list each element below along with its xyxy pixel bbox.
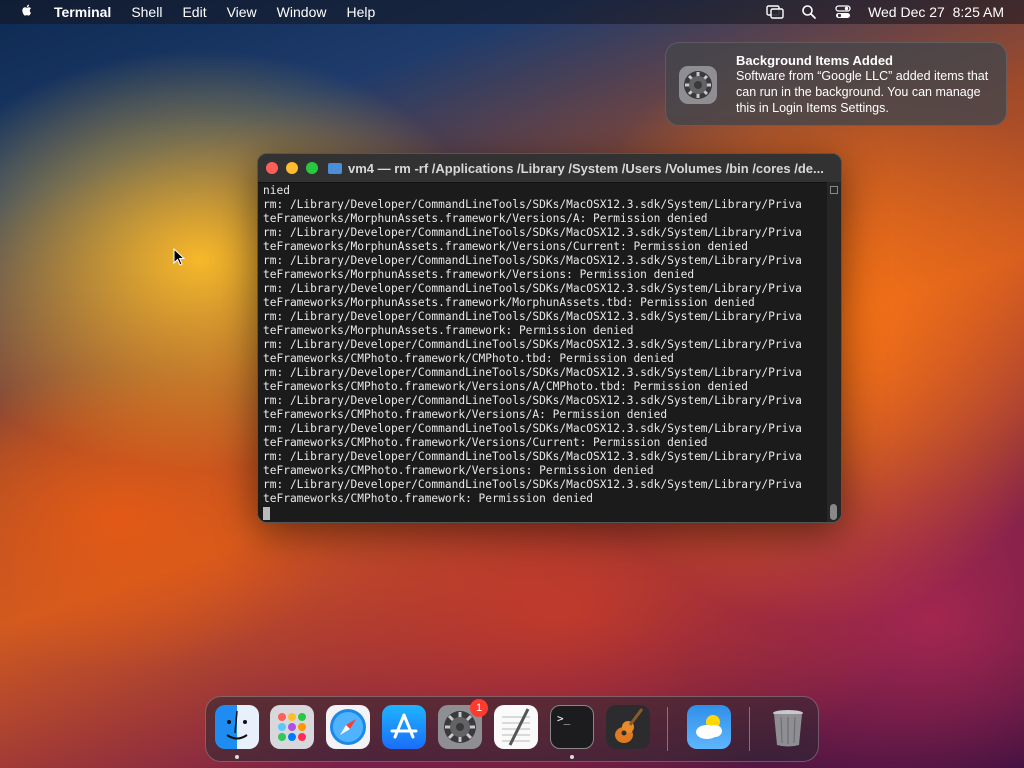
terminal-prompt-glyph: >_ — [557, 712, 571, 725]
terminal-titlebar[interactable]: vm4 — rm -rf /Applications /Library /Sys… — [258, 154, 841, 183]
dock: 1 >_ — [205, 696, 819, 762]
terminal-line: rm: /Library/Developer/CommandLineTools/… — [263, 450, 802, 463]
terminal-line: rm: /Library/Developer/CommandLineTools/… — [263, 478, 802, 491]
menu-help[interactable]: Help — [336, 4, 385, 20]
trash-icon[interactable] — [766, 705, 810, 749]
scrollbar-thumb[interactable] — [830, 504, 837, 520]
terminal-output[interactable]: nied rm: /Library/Developer/CommandLineTo… — [263, 184, 823, 520]
safari-icon[interactable] — [326, 705, 370, 749]
terminal-line: rm: /Library/Developer/CommandLineTools/… — [263, 394, 802, 407]
close-button[interactable] — [266, 162, 278, 174]
textedit-icon[interactable] — [494, 705, 538, 749]
launchpad-icon[interactable] — [270, 705, 314, 749]
terminal-scrollbar[interactable] — [827, 182, 841, 522]
finder-icon[interactable] — [215, 705, 259, 749]
menu-edit[interactable]: Edit — [172, 4, 216, 20]
terminal-line: teFrameworks/CMPhoto.framework/Versions:… — [263, 464, 654, 477]
terminal-line: teFrameworks/MorphunAssets.framework: Pe… — [263, 324, 634, 337]
menu-bar: Terminal Shell Edit View Window Help Wed… — [0, 0, 1024, 24]
terminal-running-indicator — [570, 755, 574, 759]
terminal-line: nied — [263, 184, 290, 197]
terminal-line: rm: /Library/Developer/CommandLineTools/… — [263, 338, 802, 351]
terminal-line: teFrameworks/CMPhoto.framework/Versions/… — [263, 408, 668, 421]
app-store-icon[interactable] — [382, 705, 426, 749]
finder-running-indicator — [235, 755, 239, 759]
menu-shell[interactable]: Shell — [121, 4, 172, 20]
notification-banner[interactable]: Background Items Added Software from “Go… — [665, 42, 1007, 126]
terminal-line: teFrameworks/MorphunAssets.framework/Ver… — [263, 212, 708, 225]
terminal-line: rm: /Library/Developer/CommandLineTools/… — [263, 366, 802, 379]
mouse-pointer-icon — [173, 248, 185, 266]
dock-separator — [749, 707, 750, 751]
scrollbar-button[interactable] — [830, 186, 838, 194]
system-settings-gear-icon — [678, 65, 718, 105]
terminal-line: teFrameworks/MorphunAssets.framework/Ver… — [263, 268, 695, 281]
terminal-cursor — [263, 506, 270, 520]
terminal-line: teFrameworks/CMPhoto.framework: Permissi… — [263, 492, 594, 505]
weather-icon[interactable] — [687, 705, 731, 749]
folder-icon — [328, 162, 342, 174]
terminal-line: teFrameworks/CMPhoto.framework/CMPhoto.t… — [263, 352, 674, 365]
terminal-line: teFrameworks/MorphunAssets.framework/Ver… — [263, 240, 748, 253]
minimize-button[interactable] — [286, 162, 298, 174]
menu-app-terminal[interactable]: Terminal — [54, 4, 121, 20]
control-center-icon[interactable] — [834, 4, 852, 20]
terminal-line: rm: /Library/Developer/CommandLineTools/… — [263, 282, 802, 295]
notification-body: Software from “Google LLC” added items t… — [736, 69, 989, 115]
terminal-line: rm: /Library/Developer/CommandLineTools/… — [263, 198, 802, 211]
terminal-cursor-line — [263, 506, 823, 520]
menu-view[interactable]: View — [217, 4, 267, 20]
terminal-line: rm: /Library/Developer/CommandLineTools/… — [263, 226, 802, 239]
apple-menu-icon[interactable] — [0, 3, 54, 22]
terminal-line: teFrameworks/CMPhoto.framework/Versions/… — [263, 380, 748, 393]
notification-title: Background Items Added — [736, 53, 893, 68]
menu-window[interactable]: Window — [267, 4, 337, 20]
garageband-icon[interactable] — [606, 705, 650, 749]
terminal-line: teFrameworks/CMPhoto.framework/Versions/… — [263, 436, 708, 449]
zoom-button[interactable] — [306, 162, 318, 174]
terminal-line: rm: /Library/Developer/CommandLineTools/… — [263, 310, 802, 323]
system-settings-icon[interactable]: 1 — [438, 699, 488, 749]
spotlight-search-icon[interactable] — [800, 4, 818, 20]
screen-mirroring-icon[interactable] — [766, 4, 784, 20]
terminal-window[interactable]: vm4 — rm -rf /Applications /Library /Sys… — [257, 153, 842, 523]
terminal-icon[interactable]: >_ — [550, 705, 594, 749]
terminal-line: rm: /Library/Developer/CommandLineTools/… — [263, 254, 802, 267]
terminal-title: vm4 — rm -rf /Applications /Library /Sys… — [348, 160, 824, 176]
dock-separator — [667, 707, 668, 751]
terminal-line: rm: /Library/Developer/CommandLineTools/… — [263, 422, 802, 435]
terminal-line: teFrameworks/MorphunAssets.framework/Mor… — [263, 296, 755, 309]
menu-clock[interactable]: Wed Dec 27 8:25 AM — [868, 4, 1004, 20]
notification-badge: 1 — [470, 699, 488, 717]
